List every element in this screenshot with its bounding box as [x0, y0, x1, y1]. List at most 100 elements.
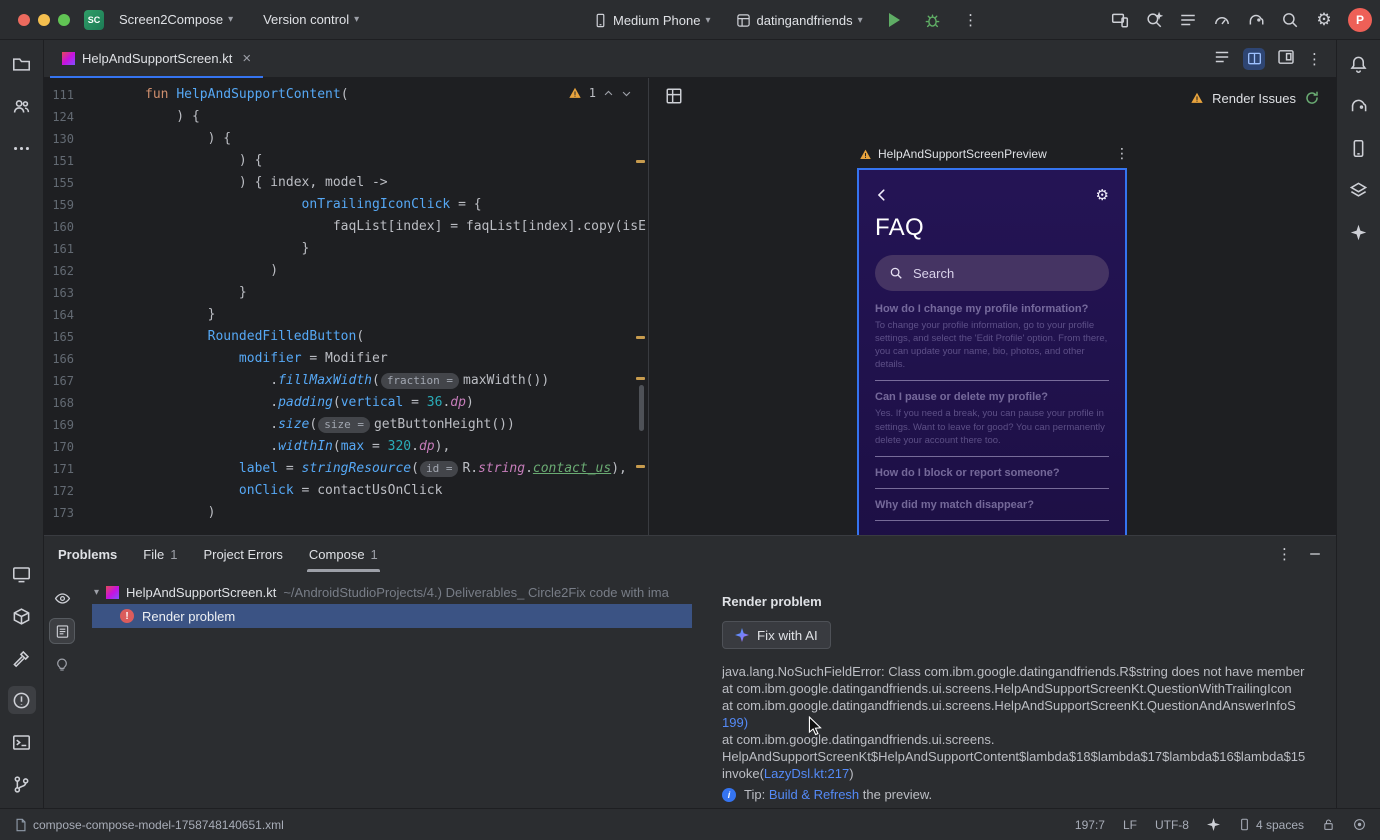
code-view-button[interactable] — [1213, 48, 1231, 69]
code-line[interactable]: 155 ) { index, model -> — [44, 172, 638, 194]
project-tool-button[interactable] — [8, 50, 36, 78]
layout-inspector-button[interactable] — [1345, 176, 1373, 204]
back-chevron-icon[interactable] — [875, 188, 889, 202]
code-line[interactable]: 166 modifier = Modifier — [44, 348, 638, 370]
gemini-button[interactable] — [1345, 218, 1373, 246]
file-encoding[interactable]: UTF-8 — [1155, 818, 1189, 832]
debug-button[interactable] — [919, 6, 947, 34]
code-line[interactable]: 171 label = stringResource(id = R.string.… — [44, 458, 638, 480]
device-selector[interactable]: Medium Phone ▾ — [585, 8, 718, 33]
more-actions-button[interactable]: ⋮ — [957, 6, 985, 34]
warning-stripe-mark[interactable] — [636, 465, 645, 468]
fix-with-ai-button[interactable]: Fix with AI — [722, 621, 831, 649]
run-configuration-selector[interactable]: datingandfriends ▾ — [728, 8, 870, 33]
code-line[interactable]: 130 ) { — [44, 128, 638, 150]
refresh-icon[interactable] — [1304, 90, 1320, 106]
faq-question[interactable]: How do I block or report someone? — [875, 467, 1109, 479]
warning-stripe-mark[interactable] — [636, 160, 645, 163]
code-line[interactable]: 172 onClick = contactUsOnClick — [44, 480, 638, 502]
quick-fix-button[interactable] — [50, 652, 74, 676]
tree-problem-row-selected[interactable]: ! Render problem — [92, 604, 692, 628]
tree-file-row[interactable]: ▾ HelpAndSupportScreen.kt ~/AndroidStudi… — [80, 580, 710, 604]
render-issues-widget[interactable]: Render Issues — [1190, 90, 1320, 106]
minimize-panel-icon[interactable] — [1308, 547, 1322, 561]
code-line[interactable]: 161 } — [44, 238, 638, 260]
readonly-toggle[interactable] — [1322, 818, 1335, 831]
ai-status-widget[interactable] — [1206, 818, 1220, 831]
code-line[interactable]: 162 ) — [44, 260, 638, 282]
editor-options-button[interactable]: ⋮ — [1307, 50, 1322, 68]
preview-card[interactable]: HelpAndSupportScreenPreview ⋮ ⚙ FAQ Sear… — [857, 146, 1131, 535]
tab-compose[interactable]: Compose 1 — [306, 536, 380, 572]
stack-link[interactable]: LazyDsl.kt:217 — [764, 766, 849, 781]
profiler-button[interactable] — [1208, 6, 1236, 34]
code-line[interactable]: 165 RoundedFilledButton( — [44, 326, 638, 348]
code-line[interactable]: 164 } — [44, 304, 638, 326]
close-tab-icon[interactable]: × — [242, 50, 251, 67]
build-refresh-link[interactable]: Build & Refresh — [769, 787, 859, 802]
status-current-file[interactable]: compose-compose-model-1758748140651.xml — [14, 818, 284, 832]
minimize-window-button[interactable] — [38, 13, 50, 26]
faq-search-bar[interactable]: Search — [875, 255, 1109, 291]
problems-tool-button[interactable] — [7, 686, 36, 714]
device-manager-button[interactable] — [1345, 134, 1373, 162]
ai-search-button[interactable] — [1140, 6, 1168, 34]
gradle-sync-button[interactable] — [1242, 6, 1270, 34]
code-line[interactable]: 111 fun HelpAndSupportContent( — [44, 84, 638, 106]
settings-button[interactable]: ⚙ — [1310, 6, 1338, 34]
indent-widget[interactable]: 4 spaces — [1238, 818, 1304, 832]
code-editor[interactable]: 111 fun HelpAndSupportContent(124 ) {130 … — [44, 78, 648, 535]
running-devices-button[interactable] — [8, 560, 36, 588]
caret-position[interactable]: 197:7 — [1075, 818, 1105, 832]
gear-icon[interactable]: ⚙ — [1096, 186, 1109, 204]
chevron-down-icon[interactable]: ▾ — [94, 587, 99, 598]
community-tool-button[interactable] — [8, 92, 36, 120]
problems-panel-title[interactable]: Problems — [58, 547, 117, 562]
split-view-button[interactable] — [1243, 47, 1265, 70]
prev-warning-icon[interactable] — [603, 88, 614, 99]
faq-question[interactable]: How do I change my profile information? — [875, 303, 1109, 315]
code-line[interactable]: 167 .fillMaxWidth(fraction = maxWidth()) — [44, 370, 638, 392]
warning-stripe-mark[interactable] — [636, 336, 645, 339]
user-avatar[interactable]: P — [1348, 8, 1372, 32]
maximize-window-button[interactable] — [58, 13, 70, 26]
build-button[interactable] — [8, 644, 36, 672]
tab-project-errors[interactable]: Project Errors — [203, 536, 282, 572]
preview-grid-button[interactable] — [665, 87, 683, 110]
close-window-button[interactable] — [18, 13, 30, 26]
terminal-tool-button[interactable] — [8, 728, 36, 756]
build-variants-button[interactable] — [8, 602, 36, 630]
code-line[interactable]: 124 ) { — [44, 106, 638, 128]
faq-question[interactable]: Can I pause or delete my profile? — [875, 391, 1109, 403]
code-line[interactable]: 159 onTrailingIconClick = { — [44, 194, 638, 216]
run-button[interactable] — [881, 6, 909, 34]
design-view-button[interactable] — [1277, 48, 1295, 69]
code-line[interactable]: 163 } — [44, 282, 638, 304]
file-tab[interactable]: HelpAndSupportScreen.kt × — [50, 40, 264, 79]
notifications-button[interactable] — [1345, 50, 1373, 78]
tab-file[interactable]: File 1 — [143, 536, 177, 572]
line-separator[interactable]: LF — [1123, 818, 1137, 832]
warning-stripe-mark[interactable] — [636, 377, 645, 380]
kebab-menu-icon[interactable]: ⋮ — [1277, 545, 1292, 563]
editor-scrollbar[interactable] — [639, 385, 644, 431]
code-line[interactable]: 170 .widthIn(max = 320.dp), — [44, 436, 638, 458]
gradle-tool-button[interactable] — [1345, 92, 1373, 120]
todo-list-button[interactable] — [1174, 6, 1202, 34]
faq-question[interactable]: Why did my match disappear? — [875, 499, 1109, 511]
project-selector[interactable]: Screen2Compose ▾ — [111, 7, 241, 32]
status-indicator[interactable] — [1353, 818, 1366, 831]
code-line[interactable]: 169 .size(size = getButtonHeight()) — [44, 414, 638, 436]
inspection-widget[interactable]: 1 — [568, 86, 632, 100]
code-line[interactable]: 168 .padding(vertical = 36.dp) — [44, 392, 638, 414]
code-line[interactable]: 173 ) — [44, 502, 638, 524]
code-line[interactable]: 160 faqList[index] = faqList[index].copy… — [44, 216, 646, 238]
device-mirroring-button[interactable] — [1106, 6, 1134, 34]
vcs-widget[interactable]: Version control ▾ — [255, 7, 367, 32]
preview-toggle-button[interactable] — [49, 618, 75, 644]
kebab-menu-icon[interactable]: ⋮ — [1115, 146, 1129, 162]
phone-preview-frame[interactable]: ⚙ FAQ Search How do I change my profile … — [857, 168, 1127, 535]
git-tool-button[interactable] — [8, 770, 36, 798]
code-line[interactable]: 151 ) { — [44, 150, 638, 172]
more-tool-windows-button[interactable] — [8, 134, 36, 162]
